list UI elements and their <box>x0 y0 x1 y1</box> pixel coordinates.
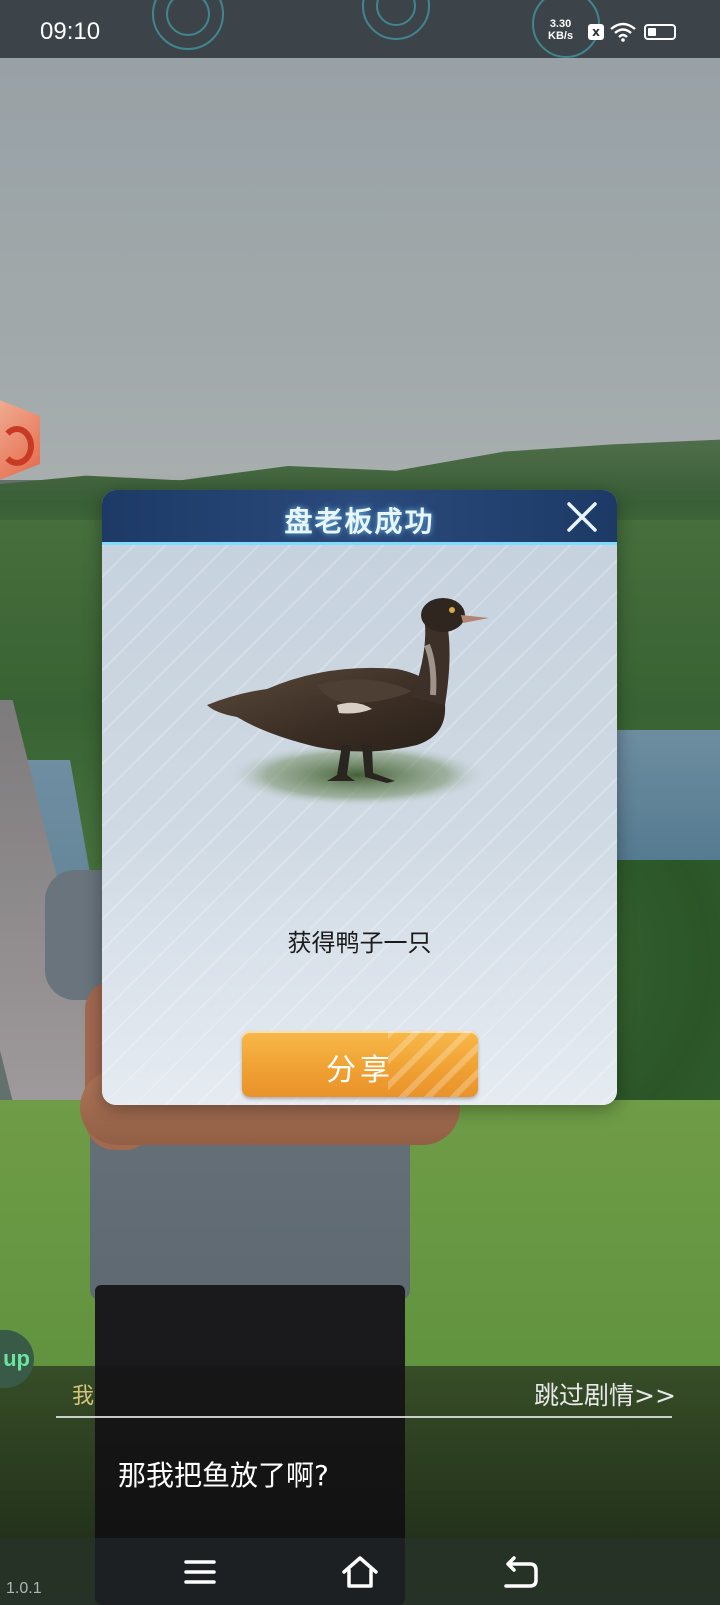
share-button[interactable]: 分享 <box>242 1031 478 1097</box>
version-label: 1.0.1 <box>6 1580 42 1597</box>
network-speed: 3.30 KB/s <box>548 18 573 42</box>
wifi-icon <box>610 22 636 42</box>
decorative-ring-icon <box>152 0 224 50</box>
status-bar: 09:10 3.30 KB/s x <box>0 0 720 58</box>
decorative-ring-icon <box>362 0 430 40</box>
dialog-header: 盘老板成功 <box>102 490 617 545</box>
reward-dialog: 盘老板成功 获得鸭子一只 分享 <box>102 490 617 1105</box>
skip-story-button[interactable]: 跳过剧情>> <box>534 1376 676 1412</box>
status-time: 09:10 <box>40 18 101 45</box>
menu-icon[interactable] <box>180 1552 220 1592</box>
home-icon[interactable] <box>340 1552 380 1592</box>
duck-image <box>207 598 489 807</box>
dialogue-line: 那我把鱼放了啊? <box>118 1459 329 1492</box>
dialogue-divider <box>56 1416 672 1418</box>
network-speed-unit: KB/s <box>548 30 574 42</box>
battery-icon <box>644 24 676 40</box>
system-nav-bar <box>0 1538 720 1605</box>
dialog-body: 获得鸭子一只 分享 <box>102 545 617 1105</box>
network-speed-value: 3.30 <box>549 18 572 30</box>
speaker-name: 我 <box>72 1384 95 1409</box>
reward-caption: 获得鸭子一只 <box>287 929 432 957</box>
dialog-title: 盘老板成功 <box>284 505 435 538</box>
back-icon[interactable] <box>500 1552 540 1592</box>
no-sim-icon: x <box>588 24 604 40</box>
close-icon[interactable] <box>563 498 601 536</box>
share-button-label: 分享 <box>326 1053 394 1088</box>
